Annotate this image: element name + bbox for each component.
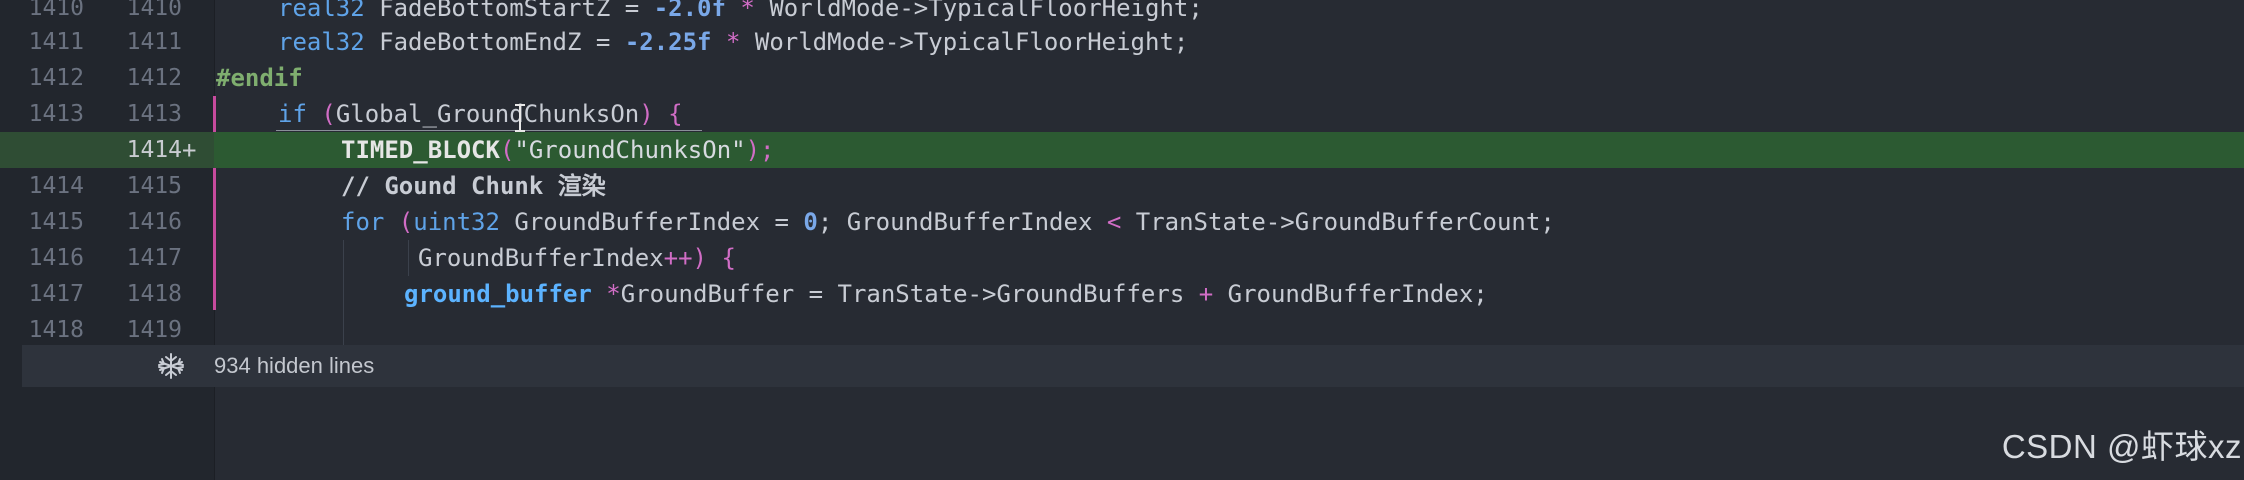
code-text: real32 FadeBottomEndZ = -2.25f * WorldMo… bbox=[278, 28, 1189, 56]
new-line-number: 1415 bbox=[126, 173, 182, 199]
code-text: #endif bbox=[216, 64, 303, 92]
code-line-1415[interactable]: 1414 1415 // Gound Chunk 渲染 bbox=[0, 168, 2244, 204]
code-text: real32 FadeBottomStartZ = -2.0f * WorldM… bbox=[278, 0, 1203, 22]
new-line-number: 1416 bbox=[126, 209, 182, 235]
old-line-number bbox=[10, 132, 84, 168]
old-line-number: 1415 bbox=[28, 209, 84, 235]
change-indicator bbox=[213, 96, 216, 132]
indent-guide bbox=[408, 240, 409, 276]
code-line-1411[interactable]: 1411 1411 real32 FadeBottomEndZ = -2.25f… bbox=[0, 24, 2244, 60]
new-line-number: 1411 bbox=[126, 29, 182, 55]
code-text: // Gound Chunk 渲染 bbox=[341, 172, 606, 200]
new-line-number: 1417 bbox=[126, 245, 182, 271]
code-text: GroundBufferIndex++) { bbox=[418, 244, 736, 272]
new-line-number: 1414 bbox=[126, 137, 182, 163]
code-line-1412[interactable]: 1412 1412 #endif bbox=[0, 60, 2244, 96]
code-line-1413[interactable]: 1413 1413 if (Global_GroundChunksOn) { bbox=[0, 96, 2244, 132]
old-line-number: 1418 bbox=[28, 317, 84, 343]
old-line-number: 1411 bbox=[28, 29, 84, 55]
hidden-lines-label: 934 hidden lines bbox=[214, 353, 375, 378]
code-editor[interactable]: 1410 1410 real32 FadeBottomStartZ = -2.0… bbox=[0, 0, 2244, 480]
new-line-number: 1418 bbox=[126, 281, 182, 307]
indent-guide bbox=[343, 240, 344, 345]
new-line-number: 1419 bbox=[126, 317, 182, 343]
old-line-number: 1412 bbox=[28, 65, 84, 91]
code-line-added-1414[interactable]: 1414 + TIMED_BLOCK("GroundChunksOn"); bbox=[0, 132, 2244, 168]
old-line-number: 1416 bbox=[28, 245, 84, 271]
text-cursor-icon bbox=[515, 104, 525, 132]
old-line-number: 1410 bbox=[28, 0, 84, 21]
hover-underline bbox=[276, 130, 702, 131]
new-line-number: 1410 bbox=[126, 0, 182, 21]
code-text: if (Global_GroundChunksOn) { bbox=[278, 100, 683, 128]
old-line-number: 1417 bbox=[28, 281, 84, 307]
unfold-icon[interactable] bbox=[156, 351, 186, 381]
code-text: ground_buffer *GroundBuffer = TranState-… bbox=[404, 280, 1488, 308]
change-indicator bbox=[213, 168, 216, 310]
code-line-1419[interactable]: 1418 1419 bbox=[0, 312, 2244, 348]
code-line-1417[interactable]: 1416 1417 GroundBufferIndex++) { bbox=[0, 240, 2244, 276]
code-line-1410[interactable]: 1410 1410 real32 FadeBottomStartZ = -2.0… bbox=[0, 0, 2244, 26]
watermark-text: CSDN @虾球xz bbox=[2001, 428, 2242, 465]
code-text: for (uint32 GroundBufferIndex = 0; Groun… bbox=[341, 208, 1555, 236]
code-line-1416[interactable]: 1415 1416 for (uint32 GroundBufferIndex … bbox=[0, 204, 2244, 240]
new-line-number: 1413 bbox=[126, 101, 182, 127]
new-line-number: 1412 bbox=[126, 65, 182, 91]
old-line-number: 1413 bbox=[28, 101, 84, 127]
old-line-number: 1414 bbox=[28, 173, 84, 199]
hidden-lines-bar[interactable]: 934 hidden lines bbox=[22, 345, 2244, 387]
code-text: TIMED_BLOCK("GroundChunksOn"); bbox=[341, 136, 775, 164]
code-line-1418[interactable]: 1417 1418 ground_buffer *GroundBuffer = … bbox=[0, 276, 2244, 312]
added-line-marker: + bbox=[182, 136, 197, 164]
